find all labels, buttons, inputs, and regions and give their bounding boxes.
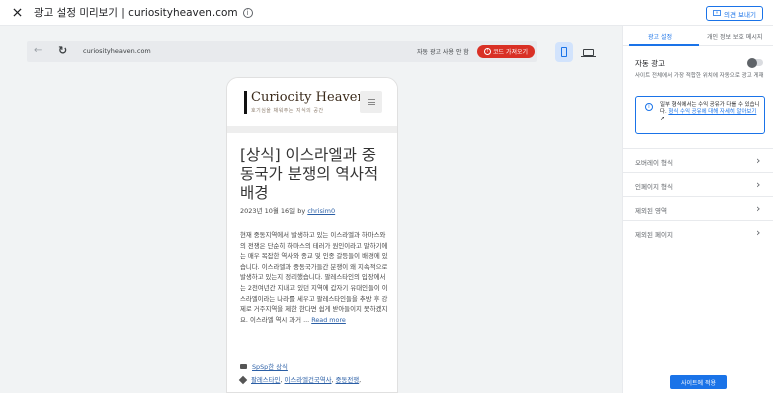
page-title: 광고 설정 미리보기 | curiosityheaven.com <box>34 7 238 19</box>
auto-ads-title: 자동 광고 <box>635 59 665 68</box>
panel-tabs: 광고 설정 개인 정보 보호 메시지 <box>623 26 773 46</box>
read-more-link[interactable]: Read more <box>311 316 346 324</box>
top-bar: 광고 설정 미리보기 | curiosityheaven.com i 의견 보내… <box>0 0 773 26</box>
excluded-areas-row[interactable]: 제외된 영역 › <box>623 196 773 220</box>
desktop-device-icon[interactable] <box>579 42 597 62</box>
send-feedback-button[interactable]: 의견 보내기 <box>706 6 763 21</box>
url-text: curiosityheaven.com <box>83 47 151 55</box>
external-link-icon: ↗ <box>660 116 665 122</box>
category-link[interactable]: SpSp한 상식 <box>252 362 288 371</box>
auto-ads-description: 사이트 전체에서 가장 적합한 위치에 자동으로 광고 게재 <box>635 73 764 79</box>
tag-link[interactable]: 중동전쟁 <box>336 376 360 384</box>
active-tab-indicator <box>629 44 699 46</box>
notice-text: 일부 형식에서는 수익 공유가 다를 수 있습니다. 형식 수익 공유에 대해 … <box>660 102 760 123</box>
site-header: Curiocity Heaven 호기심을 채워주는 지식의 공간 <box>227 78 397 126</box>
row-label: 오버레이 형식 <box>635 159 673 167</box>
row-label: 인페이지 형식 <box>635 183 673 191</box>
tag-link[interactable]: 팔레스타인 <box>251 376 280 384</box>
tag-icon <box>238 375 248 384</box>
hamburger-menu-icon[interactable] <box>360 91 382 113</box>
auto-ads-status: 자동 광고 사용 안 함 <box>417 49 469 56</box>
chevron-right-icon: › <box>756 154 761 167</box>
post-date: 2023년 10월 16일 <box>240 207 296 215</box>
chevron-right-icon: › <box>756 202 761 215</box>
settings-panel: 광고 설정 개인 정보 보호 메시지 자동 광고 사이트 전체에서 가장 적합한… <box>622 26 773 393</box>
reload-icon[interactable]: ↻ <box>58 44 67 57</box>
chevron-right-icon: › <box>756 178 761 191</box>
post-title[interactable]: [상식] 이스라엘과 중동국가 분쟁의 역사적 배경 <box>240 146 390 203</box>
feedback-label: 의견 보내기 <box>724 10 756 19</box>
tag-link[interactable]: 이스라엘건국역사 <box>284 376 331 384</box>
site-logo-subtitle: 호기심을 채워주는 지식의 공간 <box>251 108 324 114</box>
post-body-text: 현재 중동지역에서 발생하고 있는 이스라엘과 하마스와의 전쟁은 단순히 하마… <box>240 231 388 324</box>
post-by: by <box>297 207 306 215</box>
preview-area: ← ↻ curiosityheaven.com 자동 광고 사용 안 함 ! 코… <box>0 26 622 393</box>
apply-to-site-button[interactable]: 사이트에 적용 <box>670 375 727 389</box>
warning-icon: ! <box>483 48 491 55</box>
info-icon[interactable]: i <box>242 7 253 18</box>
overlay-formats-row[interactable]: 오버레이 형식 › <box>623 148 773 172</box>
post-excerpt: 현재 중동지역에서 발생하고 있는 이스라엘과 하마스와의 전쟁은 단순히 하마… <box>240 230 390 325</box>
in-page-formats-row[interactable]: 인페이지 형식 › <box>623 172 773 196</box>
get-code-label: 코드 가져오기 <box>492 49 529 56</box>
get-code-button[interactable]: ! 코드 가져오기 <box>477 45 535 58</box>
tab-ad-settings[interactable]: 광고 설정 <box>648 32 672 41</box>
logo-bar <box>244 91 247 114</box>
folder-icon <box>240 364 247 369</box>
auto-ads-toggle[interactable] <box>747 57 763 68</box>
close-icon[interactable] <box>10 6 24 20</box>
mobile-device-icon[interactable] <box>555 42 573 62</box>
post-author-link[interactable]: chrisim0 <box>307 207 335 215</box>
row-label: 제외된 페이지 <box>635 231 673 239</box>
info-icon: i <box>645 103 653 111</box>
excluded-pages-row[interactable]: 제외된 페이지 › <box>623 220 773 244</box>
revenue-share-notice: i 일부 형식에서는 수익 공유가 다를 수 있습니다. 형식 수익 공유에 대… <box>635 96 765 134</box>
browser-url-bar: ← ↻ curiosityheaven.com 자동 광고 사용 안 함 ! 코… <box>27 41 537 62</box>
tab-privacy-messages[interactable]: 개인 정보 보호 메시지 <box>707 32 762 41</box>
post-category: SpSp한 상식 <box>240 362 288 371</box>
divider <box>227 126 397 133</box>
row-label: 제외된 영역 <box>635 207 667 215</box>
post-meta: 2023년 10월 16일 by chrisim0 <box>240 205 335 215</box>
learn-more-link[interactable]: 형식 수익 공유에 대해 자세히 알아보기 <box>668 109 756 115</box>
chevron-right-icon: › <box>756 226 761 239</box>
feedback-icon <box>713 10 721 16</box>
mobile-preview-frame: Curiocity Heaven 호기심을 채워주는 지식의 공간 [상식] 이… <box>226 77 398 393</box>
post-tags: 팔레스타인, 이스라엘건국역사, 중동전쟁, <box>238 375 361 384</box>
back-arrow-icon[interactable]: ← <box>34 45 42 56</box>
site-logo-title[interactable]: Curiocity Heaven <box>251 90 366 105</box>
